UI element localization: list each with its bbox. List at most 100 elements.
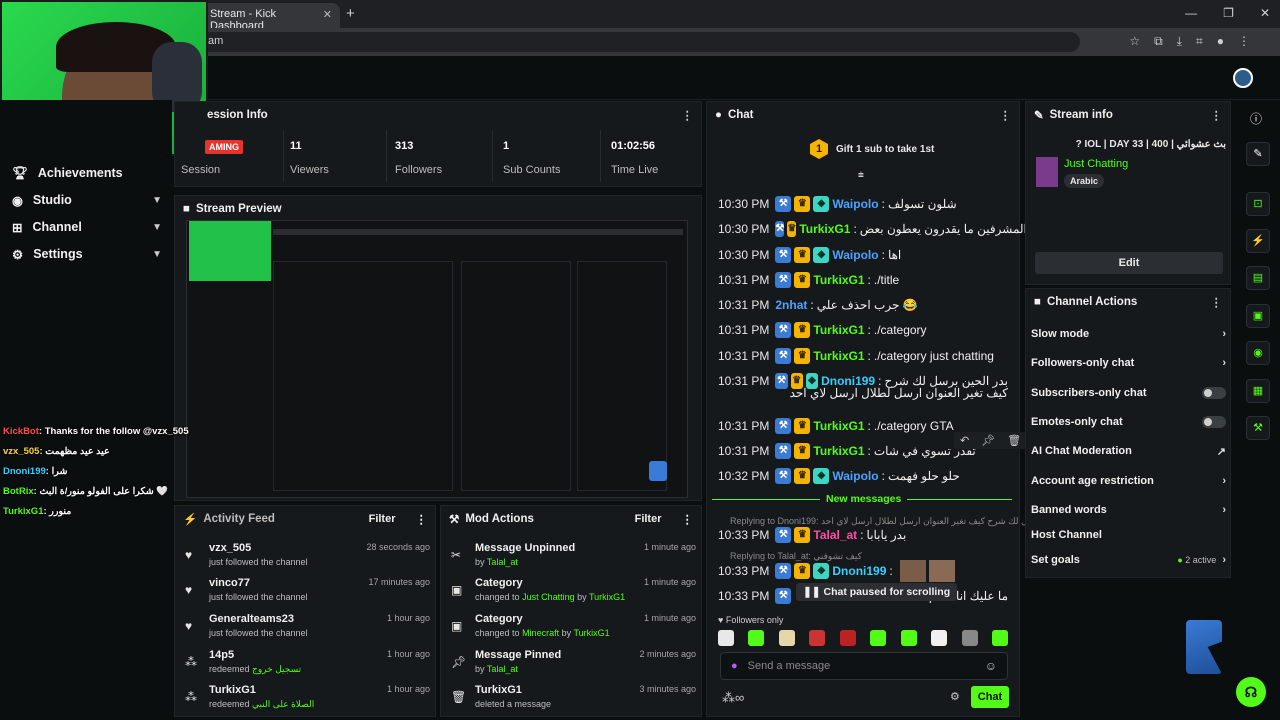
translate-icon[interactable]: ⌗ bbox=[1196, 34, 1203, 49]
pinned-toggle-icon[interactable]: ⩧ bbox=[858, 170, 864, 181]
pin-icon[interactable]: 📌︎ bbox=[981, 434, 995, 447]
chevron-right-icon: › bbox=[1222, 357, 1226, 369]
download-icon[interactable]: ⤓ bbox=[1177, 34, 1182, 49]
chat-username[interactable]: TurkixG1 bbox=[813, 444, 864, 458]
broadcast-icon[interactable]: ◉ bbox=[1246, 341, 1270, 365]
reply-icon[interactable]: ↶ bbox=[960, 434, 969, 447]
sidebar-item-channel[interactable]: ⊞ Channel ▼ bbox=[12, 216, 162, 238]
send-chat-button[interactable]: Chat bbox=[971, 686, 1009, 708]
mod-action-item: ✂ Message Unpinned by Talal_at 1 minute ago bbox=[451, 542, 696, 567]
more-options-icon[interactable]: ⋮ bbox=[682, 512, 694, 526]
chat-settings-icon[interactable]: ⚙ bbox=[950, 690, 960, 703]
extensions-icon[interactable]: ⧉ bbox=[1154, 34, 1163, 49]
chat-username[interactable]: TurkixG1 bbox=[813, 323, 864, 337]
chat-input[interactable]: ● Send a message ☺ bbox=[720, 652, 1008, 680]
more-options-icon[interactable]: ⋮ bbox=[1211, 108, 1223, 122]
emote-icon[interactable] bbox=[809, 630, 826, 646]
document-icon[interactable]: ▤ bbox=[1246, 266, 1270, 290]
activity-icon: ⚡ bbox=[183, 514, 198, 526]
action-followers-only[interactable]: Followers-only chat › bbox=[1031, 352, 1226, 374]
category-link[interactable]: Just Chatting bbox=[1064, 158, 1128, 170]
action-set-goals[interactable]: Set goals ● 2 active › bbox=[1031, 549, 1226, 571]
sidebar-item-studio[interactable]: ◉ Studio ▼ bbox=[12, 189, 162, 211]
chat-message[interactable]: 10:30 PM ⚒ ♛ ◆ Waipolo: شلون تسولف bbox=[718, 193, 1008, 215]
moderator-badge-icon: ⚒ bbox=[775, 322, 792, 338]
action-account-age[interactable]: Account age restriction › bbox=[1031, 470, 1226, 492]
chat-username[interactable]: 2nhat bbox=[775, 298, 807, 312]
gift-sub-banner[interactable]: 1 Gift 1 sub to take 1st bbox=[810, 139, 934, 159]
more-options-icon[interactable]: ⋮ bbox=[1000, 108, 1012, 122]
browser-tab[interactable]: Stream - Kick Dashboard ✕ bbox=[200, 3, 340, 32]
emote-icon[interactable] bbox=[748, 630, 765, 646]
chat-message[interactable]: 10:33 PM ⚒ ♛ Talal_at: بدر يابابا bbox=[718, 524, 1008, 546]
support-icon[interactable]: ☊ bbox=[1236, 677, 1266, 707]
layout-icon[interactable]: ▦ bbox=[1246, 379, 1270, 403]
more-options-icon[interactable]: ⋮ bbox=[1211, 295, 1223, 309]
address-bar[interactable]: am bbox=[200, 32, 1080, 52]
emote-icon[interactable] bbox=[870, 630, 887, 646]
emotes-only-toggle[interactable] bbox=[1202, 416, 1226, 428]
chat-username[interactable]: Waipolo bbox=[832, 197, 878, 211]
emoji-icon[interactable]: ☺ bbox=[985, 659, 997, 673]
maximize-icon[interactable]: ❐ bbox=[1223, 6, 1234, 20]
live-badge: AMING bbox=[205, 140, 243, 154]
profile-icon[interactable]: ● bbox=[1217, 34, 1224, 49]
emote-icon[interactable] bbox=[931, 630, 948, 646]
pause-icon: ❚❚ bbox=[803, 586, 824, 598]
subscribers-only-toggle[interactable] bbox=[1202, 387, 1226, 399]
heart-icon: ♥ bbox=[185, 583, 193, 597]
bookmark-star-icon[interactable]: ☆ bbox=[1129, 34, 1140, 49]
chat-username[interactable]: TurkixG1 bbox=[813, 419, 864, 433]
close-window-icon[interactable]: ✕ bbox=[1260, 6, 1270, 20]
trash-icon[interactable]: 🗑︎ bbox=[1007, 434, 1021, 447]
sidebar-item-achievements[interactable]: 🏆︎ Achievements bbox=[12, 162, 162, 184]
edit-icon[interactable]: ✎ bbox=[1246, 142, 1270, 166]
action-host-channel[interactable]: Host Channel bbox=[1031, 524, 1226, 546]
user-avatar[interactable] bbox=[1233, 68, 1253, 88]
focus-icon[interactable]: ⊡ bbox=[1246, 192, 1270, 216]
chat-message[interactable]: 10:31 PM ⚒ ♛ TurkixG1: ./title bbox=[718, 269, 1008, 291]
filter-button[interactable]: Filter bbox=[635, 513, 662, 525]
chat-message[interactable]: 10:31 PM ⚒ ♛ TurkixG1: ./category bbox=[718, 319, 1008, 341]
new-tab-icon[interactable]: + bbox=[346, 5, 355, 22]
action-banned-words[interactable]: Banned words › bbox=[1031, 499, 1226, 521]
edit-stream-button[interactable]: Edit bbox=[1035, 252, 1223, 274]
emote-icon[interactable] bbox=[778, 630, 795, 646]
chat-message[interactable]: 10:31 PM 2nhat: جرب احذف علي 😂 bbox=[718, 294, 1008, 316]
chat-message[interactable]: 10:30 PM ⚒ ♛ ◆ Waipolo: اها bbox=[718, 244, 1008, 266]
chat-message[interactable]: 10:31 PM ⚒ ♛ TurkixG1: ./category just chatt… bbox=[718, 345, 1008, 367]
close-tab-icon[interactable]: ✕ bbox=[323, 8, 332, 21]
wrench-icon[interactable]: ⚒ bbox=[1246, 416, 1270, 440]
chat-message[interactable]: 10:30 PM ⚒ ♛ TurkixG1: المشرفين ما يقدرون يع… bbox=[718, 218, 1027, 240]
more-options-icon[interactable]: ⋮ bbox=[682, 108, 694, 122]
minimize-icon[interactable]: — bbox=[1185, 6, 1197, 20]
moderator-badge-icon: ⚒ bbox=[775, 418, 792, 434]
emote-icon[interactable] bbox=[991, 630, 1008, 646]
kick-points-icon[interactable]: ⁂∞ bbox=[722, 690, 744, 706]
chat-paused-button[interactable]: ❚❚ Chat paused for scrolling bbox=[796, 583, 958, 601]
chat-username[interactable]: TurkixG1 bbox=[813, 349, 864, 363]
emote-icon[interactable] bbox=[839, 630, 856, 646]
chat-message[interactable]: 10:32 PM ⚒ ♛ ◆ Waipolo: حلو حلو فهمت bbox=[718, 465, 1008, 487]
emote-icon[interactable] bbox=[900, 630, 917, 646]
more-options-icon[interactable]: ⋮ bbox=[416, 512, 428, 526]
chat-username[interactable]: TurkixG1 bbox=[813, 273, 864, 287]
info-icon[interactable]: ⓘ bbox=[1250, 110, 1262, 127]
chat-message[interactable]: 10:33 PM ⚒ ♛ ◆ Dnoni199: bbox=[718, 560, 1008, 582]
chat-icon[interactable]: ▣ bbox=[1246, 304, 1270, 328]
emote-icon[interactable] bbox=[718, 630, 734, 646]
sidebar-item-settings[interactable]: ⚙ Settings ▼ bbox=[12, 243, 162, 265]
action-ai-moderation[interactable]: AI Chat Moderation ↗ bbox=[1031, 440, 1226, 462]
chat-username[interactable]: Waipolo bbox=[832, 469, 878, 483]
chevron-down-icon: ▼ bbox=[152, 194, 162, 206]
microphone-icon[interactable]: ● bbox=[731, 660, 738, 672]
chat-bubble-icon: ● bbox=[715, 109, 722, 121]
lightning-icon[interactable]: ⚡ bbox=[1246, 229, 1270, 253]
stream-preview-video[interactable] bbox=[186, 220, 688, 498]
filter-button[interactable]: Filter bbox=[369, 513, 396, 525]
chat-username[interactable]: TurkixG1 bbox=[799, 222, 850, 236]
action-slow-mode[interactable]: Slow mode › bbox=[1031, 323, 1226, 345]
chat-username[interactable]: Waipolo bbox=[832, 248, 878, 262]
emote-icon[interactable] bbox=[961, 630, 978, 646]
menu-icon[interactable]: ⋮ bbox=[1238, 34, 1250, 49]
